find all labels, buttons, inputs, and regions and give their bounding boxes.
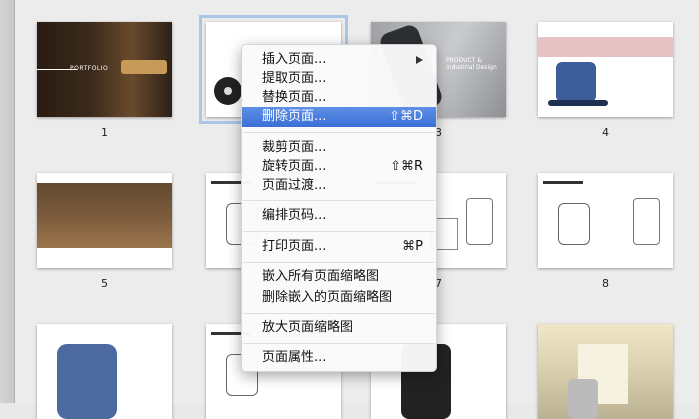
page-thumbnail-8[interactable] (538, 173, 673, 268)
menu-item-delete-page[interactable]: 删除页面... ⇧⌘D (242, 107, 436, 127)
page-thumbnail-12[interactable] (538, 324, 673, 419)
thumb-sketch (558, 203, 590, 245)
menu-item-label: 替换页面... (262, 90, 327, 105)
menu-item-rotate-page[interactable]: 旋转页面... ⇧⌘R (242, 157, 436, 177)
thumb-image (224, 87, 232, 95)
thumb-decoration (538, 37, 673, 57)
menu-item-page-properties[interactable]: 页面属性... (242, 348, 436, 368)
thumb-decoration (37, 173, 172, 183)
menu-item-remove-embedded-thumbnails[interactable]: 删除嵌入的页面缩略图 (242, 288, 436, 308)
menu-item-label: 嵌入所有页面缩略图 (262, 269, 380, 284)
menu-item-label: 打印页面... (262, 239, 327, 254)
submenu-arrow-icon (416, 56, 423, 64)
menu-item-embed-thumbnails[interactable]: 嵌入所有页面缩略图 (242, 267, 436, 287)
page-number-1: 1 (101, 126, 108, 139)
menu-item-label: 放大页面缩略图 (262, 320, 354, 335)
thumb-image (568, 379, 598, 419)
page-thumbnail-4[interactable] (538, 22, 673, 117)
thumb-image (57, 344, 117, 419)
thumb-sketch (633, 198, 660, 245)
thumb-title: PRODUCT & Industrial Design (446, 57, 497, 71)
page-thumbnail-9[interactable] (37, 324, 172, 419)
menu-item-print-page[interactable]: 打印页面... ⌘P (242, 237, 436, 257)
menu-item-label: 删除页面... (262, 109, 327, 124)
menu-separator (243, 313, 435, 314)
menu-item-replace-page[interactable]: 替换页面... (242, 88, 436, 108)
thumb-image (556, 62, 596, 102)
context-menu: 插入页面... 提取页面... 替换页面... 删除页面... ⇧⌘D 裁剪页面… (241, 44, 437, 372)
menu-item-label: 裁剪页面... (262, 140, 327, 155)
menu-item-enlarge-thumbnails[interactable]: 放大页面缩略图 (242, 318, 436, 338)
menu-separator (243, 200, 435, 201)
thumb-decoration (543, 181, 583, 184)
menu-separator (243, 262, 435, 263)
menu-item-insert-page[interactable]: 插入页面... (242, 50, 436, 70)
thumb-image (121, 60, 167, 74)
menu-separator (243, 343, 435, 344)
menu-item-shortcut: ⇧⌘D (389, 109, 423, 124)
thumb-image (548, 100, 608, 106)
menu-item-extract-page[interactable]: 提取页面... (242, 69, 436, 89)
thumb-decoration (37, 248, 172, 268)
menu-item-crop-page[interactable]: 裁剪页面... (242, 138, 436, 158)
menu-item-label: 编排页码... (262, 208, 327, 223)
menu-item-page-transition[interactable]: 页面过渡... (242, 176, 436, 196)
thumb-sketch (466, 198, 493, 245)
menu-separator (243, 132, 435, 133)
page-number-5: 5 (101, 277, 108, 290)
menu-item-label: 提取页面... (262, 71, 327, 86)
menu-item-label: 旋转页面... (262, 159, 327, 174)
menu-item-shortcut: ⌘P (402, 239, 423, 254)
menu-separator (243, 231, 435, 232)
menu-item-label: 删除嵌入的页面缩略图 (262, 290, 393, 305)
menu-item-label: 页面过渡... (262, 178, 327, 193)
page-thumbnail-5[interactable] (37, 173, 172, 268)
menu-item-number-pages[interactable]: 编排页码... (242, 206, 436, 226)
page-number-8: 8 (602, 277, 609, 290)
thumb-title: PORTFOLIO (70, 65, 109, 72)
page-number-4: 4 (602, 126, 609, 139)
menu-item-label: 插入页面... (262, 52, 327, 67)
left-scroll-gutter (0, 0, 15, 403)
menu-item-shortcut: ⇧⌘R (390, 159, 423, 174)
page-thumbnail-1[interactable]: PORTFOLIO (37, 22, 172, 117)
menu-item-label: 页面属性... (262, 350, 327, 365)
